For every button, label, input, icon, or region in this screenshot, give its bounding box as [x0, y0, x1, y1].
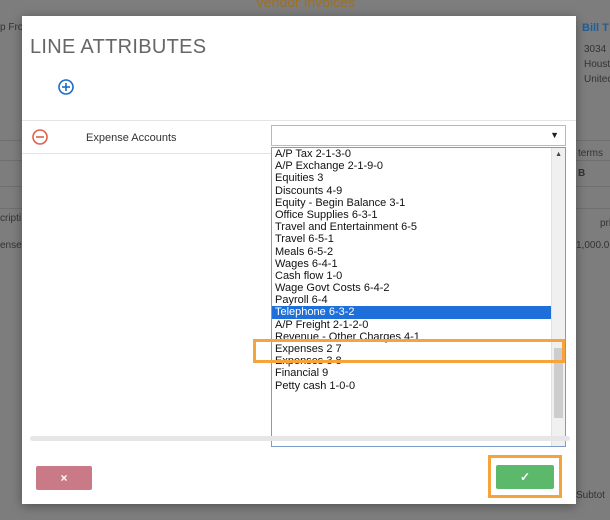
dropdown-option[interactable]: Discounts 4-9: [272, 185, 565, 197]
plus-circle-icon[interactable]: [58, 79, 74, 95]
modal-title: LINE ATTRIBUTES: [30, 36, 207, 58]
dropdown-option[interactable]: Wage Govt Costs 6-4-2: [272, 282, 565, 294]
dropdown-option[interactable]: Telephone 6-3-2: [272, 306, 565, 319]
background-title: Vendor Invoices: [255, 0, 355, 10]
dropdown-option[interactable]: Equity - Begin Balance 3-1: [272, 197, 565, 209]
selection-highlight-box: [253, 339, 565, 363]
dropdown-option[interactable]: Travel 6-5-1: [272, 233, 565, 245]
bg-fragment: 1,000.0: [576, 240, 610, 251]
bg-fragment: ense: [0, 240, 22, 251]
dropdown-option[interactable]: Equities 3: [272, 172, 565, 184]
row-divider: [22, 120, 576, 121]
dropdown-option[interactable]: Wages 6-4-1: [272, 258, 565, 270]
dropdown-option[interactable]: A/P Tax 2-1-3-0: [272, 148, 565, 160]
dropdown-option[interactable]: A/P Exchange 2-1-9-0: [272, 160, 565, 172]
horizontal-scrollbar[interactable]: [30, 436, 570, 441]
bg-fragment: B: [578, 168, 586, 179]
bg-fragment: Bill T: [582, 22, 609, 34]
expense-accounts-select[interactable]: ▼: [271, 125, 566, 146]
bg-fragment: Subtot: [576, 490, 605, 501]
expense-accounts-label: Expense Accounts: [86, 132, 177, 144]
bg-fragment: Unitec: [584, 74, 610, 85]
scroll-up-icon[interactable]: ▲: [555, 151, 562, 158]
minus-circle-icon[interactable]: [32, 129, 48, 145]
dropdown-option[interactable]: Cash flow 1-0: [272, 270, 565, 282]
row-divider: [22, 153, 271, 154]
dropdown-option[interactable]: Financial 9: [272, 367, 565, 379]
bg-fragment: p Fro: [0, 22, 24, 33]
bg-fragment: pri: [600, 218, 610, 229]
chevron-down-icon: ▼: [550, 130, 559, 140]
cancel-button[interactable]: ×: [36, 466, 92, 490]
dropdown-scrollbar[interactable]: ▲ ▼: [551, 148, 565, 446]
dropdown-option[interactable]: Petty cash 1-0-0: [272, 380, 565, 392]
dropdown-option[interactable]: A/P Freight 2-1-2-0: [272, 319, 565, 331]
line-attributes-modal: LINE ATTRIBUTES Expense Accounts ▼ A/P T…: [22, 16, 576, 504]
confirm-highlight-box: [488, 455, 562, 498]
dropdown-option[interactable]: Office Supplies 6-3-1: [272, 209, 565, 221]
bg-fragment: cripti: [0, 213, 22, 224]
bg-fragment: 3034: [584, 44, 607, 55]
bg-fragment: Houst: [584, 59, 610, 70]
dropdown-option[interactable]: Payroll 6-4: [272, 294, 565, 306]
dropdown-option[interactable]: Meals 6-5-2: [272, 246, 565, 258]
dropdown-option[interactable]: Travel and Entertainment 6-5: [272, 221, 565, 233]
bg-fragment: terms: [578, 148, 603, 159]
expense-accounts-dropdown[interactable]: A/P Tax 2-1-3-0 A/P Exchange 2-1-9-0 Equit…: [271, 147, 566, 447]
